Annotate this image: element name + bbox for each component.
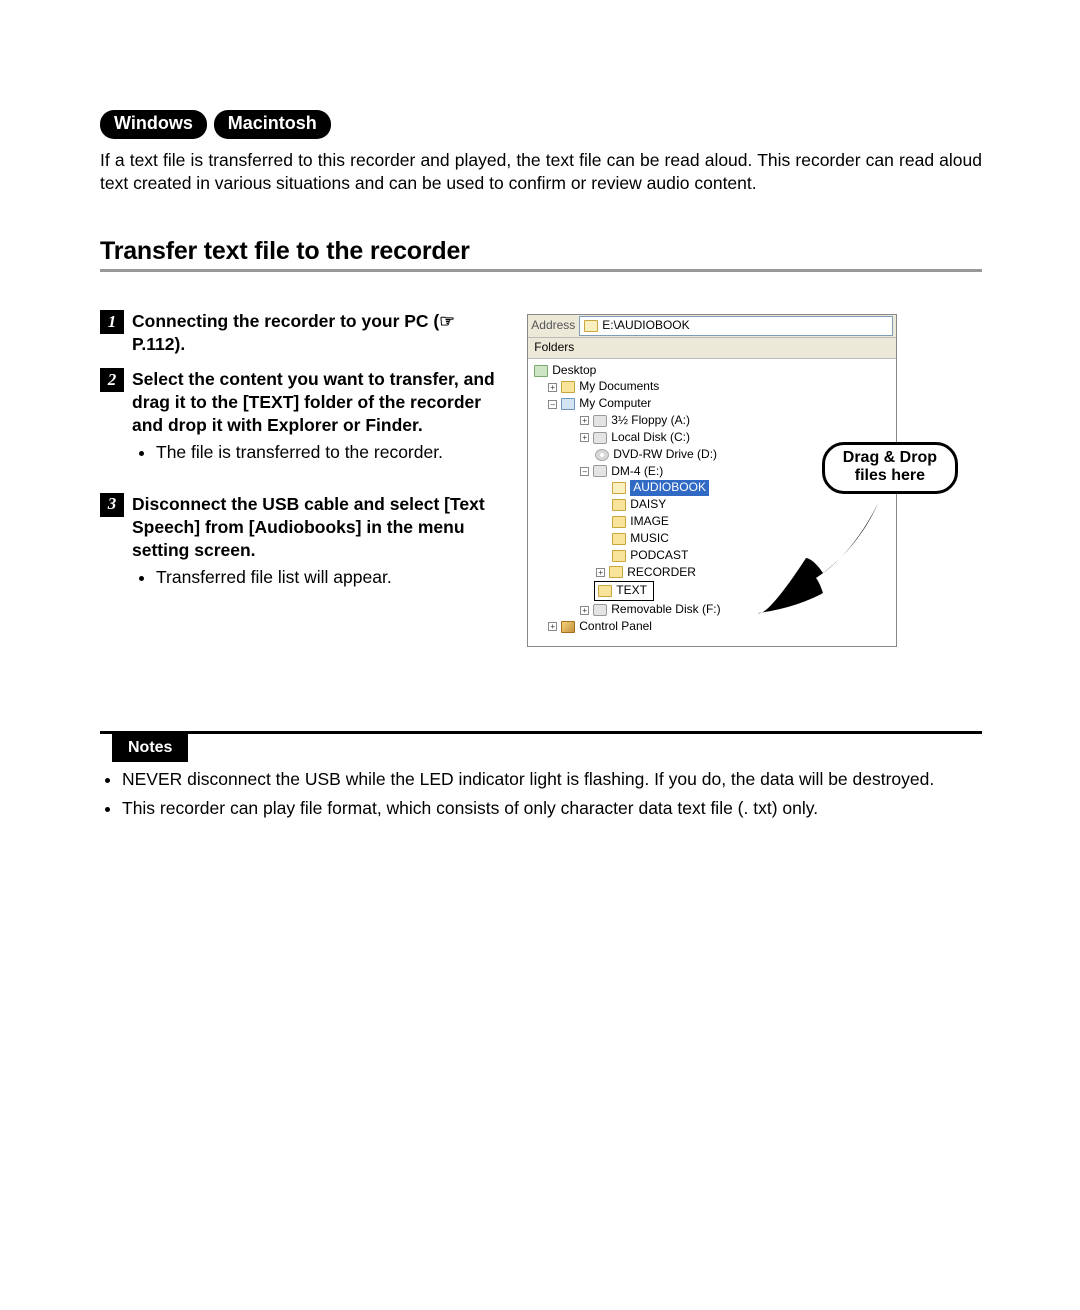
folder-icon bbox=[612, 550, 626, 562]
tree-my-documents[interactable]: My Documents bbox=[579, 379, 659, 395]
tree-recorder[interactable]: RECORDER bbox=[627, 565, 696, 581]
expand-icon[interactable]: + bbox=[548, 383, 557, 392]
os-pill-row: Windows Macintosh bbox=[100, 110, 982, 139]
address-field[interactable]: E:\AUDIOBOOK bbox=[579, 316, 893, 336]
tree-floppy[interactable]: 3½ Floppy (A:) bbox=[611, 413, 690, 429]
intro-paragraph: If a text file is transferred to this re… bbox=[100, 149, 982, 195]
tree-local-disk[interactable]: Local Disk (C:) bbox=[611, 430, 690, 446]
computer-icon bbox=[561, 398, 575, 410]
folders-tab: Folders bbox=[528, 338, 896, 359]
tree-daisy[interactable]: DAISY bbox=[630, 497, 666, 513]
step-2-title: Select the content you want to transfer,… bbox=[132, 368, 503, 437]
step-number-badge: 1 bbox=[100, 310, 124, 334]
tree-control-panel[interactable]: Control Panel bbox=[579, 619, 652, 635]
explorer-column: Address E:\AUDIOBOOK Folders Desktop + My… bbox=[527, 310, 982, 647]
tree-podcast[interactable]: PODCAST bbox=[630, 548, 688, 564]
collapse-icon[interactable]: – bbox=[548, 400, 557, 409]
folder-open-icon bbox=[612, 482, 626, 494]
step-3: 3 Disconnect the USB cable and select [T… bbox=[100, 493, 503, 605]
folder-icon bbox=[612, 516, 626, 528]
folder-icon bbox=[612, 499, 626, 511]
tree-audiobook[interactable]: AUDIOBOOK bbox=[630, 480, 709, 496]
floppy-icon bbox=[593, 415, 607, 427]
desktop-icon bbox=[534, 365, 548, 377]
notes-section: Notes NEVER disconnect the USB while the… bbox=[100, 731, 982, 820]
notes-item-1: NEVER disconnect the USB while the LED i… bbox=[122, 768, 982, 791]
expand-icon[interactable]: + bbox=[580, 416, 589, 425]
notes-item-2: This recorder can play file format, whic… bbox=[122, 797, 982, 820]
step-3-sub-1: Transferred file list will appear. bbox=[156, 566, 503, 589]
folder-icon bbox=[561, 381, 575, 393]
folder-icon bbox=[598, 585, 612, 597]
folder-icon bbox=[609, 566, 623, 578]
expand-icon[interactable]: + bbox=[596, 568, 605, 577]
step-2: 2 Select the content you want to transfe… bbox=[100, 368, 503, 480]
section-title: Transfer text file to the recorder bbox=[100, 235, 982, 272]
expand-icon[interactable]: + bbox=[580, 433, 589, 442]
folder-icon bbox=[584, 320, 598, 332]
address-label: Address bbox=[531, 318, 575, 334]
expand-icon[interactable]: + bbox=[548, 622, 557, 631]
address-value: E:\AUDIOBOOK bbox=[602, 318, 689, 334]
notes-label: Notes bbox=[112, 734, 188, 762]
text-folder-highlight[interactable]: TEXT bbox=[594, 581, 654, 601]
expand-icon[interactable]: + bbox=[580, 606, 589, 615]
pill-macintosh: Macintosh bbox=[214, 110, 331, 139]
step-3-title: Disconnect the USB cable and select [Tex… bbox=[132, 493, 503, 562]
drive-icon bbox=[593, 604, 607, 616]
disc-icon bbox=[595, 449, 609, 461]
tree-dvd[interactable]: DVD-RW Drive (D:) bbox=[613, 447, 717, 463]
tree-desktop[interactable]: Desktop bbox=[552, 363, 596, 379]
tree-music[interactable]: MUSIC bbox=[630, 531, 669, 547]
tree-removable[interactable]: Removable Disk (F:) bbox=[611, 602, 720, 618]
folder-tree: Desktop + My Documents – My Computer +3½ F… bbox=[528, 359, 896, 646]
drive-icon bbox=[593, 432, 607, 444]
tree-text: TEXT bbox=[616, 583, 647, 599]
drag-drop-callout: Drag & Drop files here bbox=[822, 442, 958, 494]
tree-image[interactable]: IMAGE bbox=[630, 514, 669, 530]
collapse-icon[interactable]: – bbox=[580, 467, 589, 476]
step-number-badge: 2 bbox=[100, 368, 124, 392]
tree-my-computer[interactable]: My Computer bbox=[579, 396, 651, 412]
control-panel-icon bbox=[561, 621, 575, 633]
step-1: 1 Connecting the recorder to your PC (☞ … bbox=[100, 310, 503, 356]
folder-icon bbox=[612, 533, 626, 545]
drive-icon bbox=[593, 465, 607, 477]
step-1-title: Connecting the recorder to your PC (☞ P.… bbox=[132, 310, 503, 356]
step-2-sub-1: The file is transferred to the recorder. bbox=[156, 441, 503, 464]
steps-column: 1 Connecting the recorder to your PC (☞ … bbox=[100, 310, 503, 617]
pill-windows: Windows bbox=[100, 110, 207, 139]
step-number-badge: 3 bbox=[100, 493, 124, 517]
tree-dm4[interactable]: DM-4 (E:) bbox=[611, 464, 663, 480]
